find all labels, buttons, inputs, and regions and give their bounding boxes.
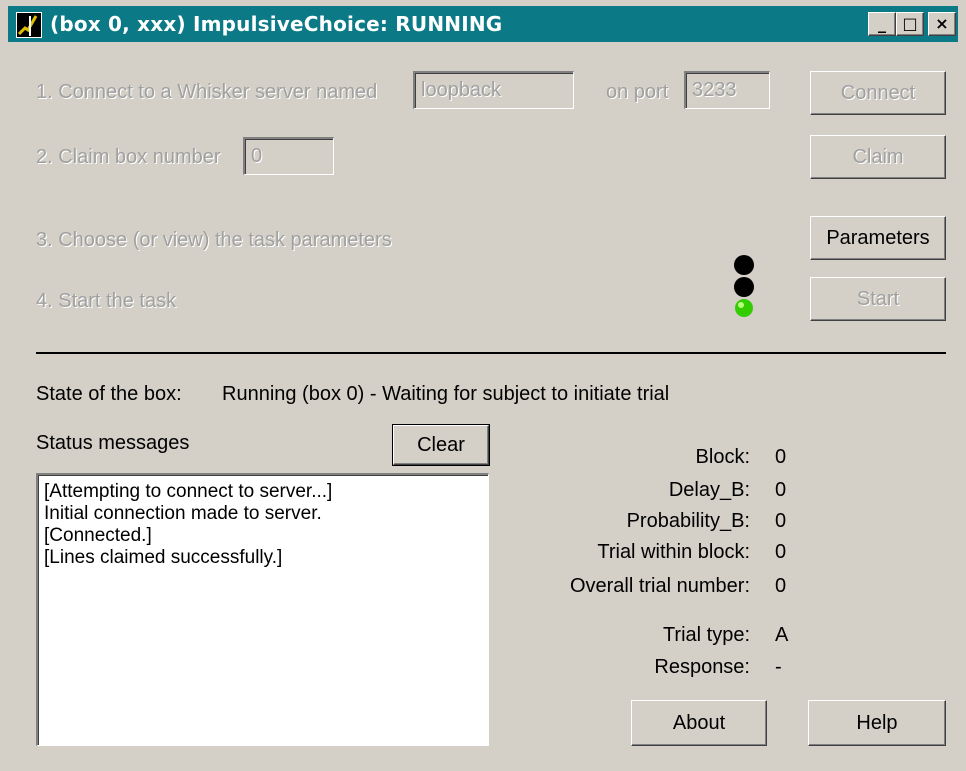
response-value: - (775, 656, 782, 678)
probability-b-label: Probability_B: (626, 510, 750, 532)
separator-line (36, 352, 946, 354)
connect-button[interactable]: Connect (810, 71, 946, 115)
title-bar[interactable]: (box 0, xxx) ImpulsiveChoice: RUNNING _ … (8, 6, 958, 42)
trial-within-block-label: Trial within block: (597, 541, 750, 563)
maximize-button[interactable]: □ (896, 12, 924, 36)
clear-button[interactable]: Clear (392, 424, 490, 466)
box-number-field[interactable]: 0 (243, 137, 334, 175)
whisker-app-icon (16, 12, 42, 38)
claim-button[interactable]: Claim (810, 135, 946, 179)
minimize-button[interactable]: _ (868, 12, 896, 36)
window-title: (box 0, xxx) ImpulsiveChoice: RUNNING (50, 12, 503, 36)
delay-b-value: 0 (775, 479, 787, 501)
step3-label: 3. Choose (or view) the task parameters (36, 229, 392, 251)
list-item: Initial connection made to server. (44, 503, 322, 524)
overall-trial-number-label: Overall trial number: (569, 575, 750, 597)
trial-within-block-value: 0 (775, 541, 787, 563)
parameters-button[interactable]: Parameters (810, 216, 946, 260)
delay-b-label: Delay_B: (668, 479, 750, 501)
about-button[interactable]: About (631, 700, 767, 746)
status-messages-list[interactable]: [Attempting to connect to server...] Ini… (36, 473, 489, 746)
traffic-light-icon (734, 255, 754, 317)
port-field[interactable]: 3233 (684, 71, 770, 109)
status-messages-label: Status messages (36, 432, 190, 454)
step1-label: 1. Connect to a Whisker server named (36, 81, 378, 103)
state-value: Running (box 0) - Waiting for subject to… (222, 383, 670, 405)
block-value: 0 (775, 446, 787, 468)
step2-label: 2. Claim box number (36, 146, 221, 168)
block-label: Block: (695, 446, 750, 468)
trial-type-label: Trial type: (662, 624, 750, 646)
step4-label: 4. Start the task (36, 290, 177, 312)
server-name-field[interactable]: loopback (413, 71, 574, 109)
main-window: (box 0, xxx) ImpulsiveChoice: RUNNING _ … (0, 0, 966, 771)
port-label: on port (606, 81, 669, 103)
overall-trial-number-value: 0 (775, 575, 787, 597)
state-label: State of the box: (36, 383, 182, 405)
help-button[interactable]: Help (808, 700, 946, 746)
list-item: [Connected.] (44, 525, 152, 546)
close-button[interactable]: × (928, 12, 956, 36)
trial-type-value: A (775, 624, 789, 646)
list-item: [Attempting to connect to server...] (44, 481, 333, 502)
response-label: Response: (654, 656, 750, 678)
list-item: [Lines claimed successfully.] (44, 547, 283, 568)
probability-b-value: 0 (775, 510, 787, 532)
start-button[interactable]: Start (810, 277, 946, 321)
